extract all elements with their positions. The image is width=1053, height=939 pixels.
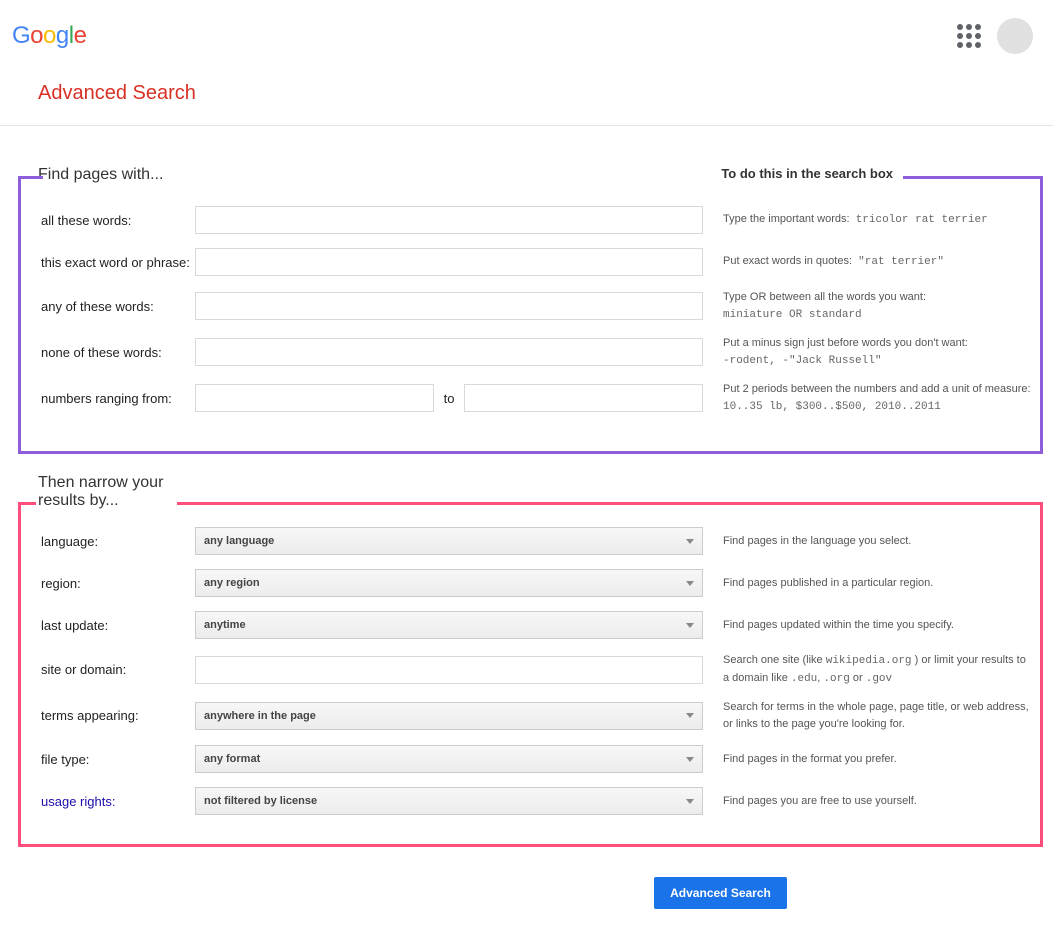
label-file-type: file type: (27, 752, 195, 767)
find-pages-box: all these words: Type the important word… (18, 179, 1043, 454)
input-any-words[interactable] (195, 292, 703, 320)
help-region: Find pages published in a particular reg… (703, 575, 1034, 592)
select-language[interactable]: any language (195, 527, 703, 555)
input-number-from[interactable] (195, 384, 434, 412)
apps-icon[interactable] (957, 24, 981, 48)
narrow-results-box: language: any language Find pages in the… (18, 505, 1043, 847)
chevron-down-icon (686, 623, 694, 628)
help-site-domain: Search one site (like wikipedia.org ) or… (703, 652, 1034, 687)
chevron-down-icon (686, 539, 694, 544)
input-exact-phrase[interactable] (195, 248, 703, 276)
help-language: Find pages in the language you select. (703, 533, 1034, 550)
help-numbers-range: Put 2 periods between the numbers and ad… (703, 381, 1034, 415)
help-terms-appearing: Search for terms in the whole page, page… (703, 699, 1034, 732)
help-all-words: Type the important words: tricolor rat t… (703, 211, 1034, 229)
label-any-words: any of these words: (27, 299, 195, 314)
select-terms-appearing[interactable]: anywhere in the page (195, 702, 703, 730)
input-all-words[interactable] (195, 206, 703, 234)
chevron-down-icon (686, 799, 694, 804)
label-all-words: all these words: (27, 213, 195, 228)
help-usage-rights: Find pages you are free to use yourself. (703, 793, 1034, 810)
input-site-domain[interactable] (195, 656, 703, 684)
label-terms-appearing: terms appearing: (27, 708, 195, 723)
header: Google (0, 0, 1053, 54)
select-region[interactable]: any region (195, 569, 703, 597)
label-exact-phrase: this exact word or phrase: (27, 255, 195, 270)
chevron-down-icon (686, 581, 694, 586)
help-last-update: Find pages updated within the time you s… (703, 617, 1034, 634)
label-to: to (444, 391, 455, 406)
chevron-down-icon (686, 713, 694, 718)
google-logo[interactable]: Google (12, 22, 86, 50)
select-usage-rights[interactable]: not filtered by license (195, 787, 703, 815)
input-none-words[interactable] (195, 338, 703, 366)
page-title: Advanced Search (0, 54, 1053, 125)
input-number-to[interactable] (464, 384, 703, 412)
advanced-search-button[interactable]: Advanced Search (654, 877, 787, 909)
label-language: language: (27, 534, 195, 549)
help-exact-phrase: Put exact words in quotes: "rat terrier" (703, 253, 1034, 271)
label-last-update: last update: (27, 618, 195, 633)
label-none-words: none of these words: (27, 345, 195, 360)
label-region: region: (27, 576, 195, 591)
label-usage-rights[interactable]: usage rights: (27, 794, 195, 809)
label-site-domain: site or domain: (27, 662, 195, 677)
select-file-type[interactable]: any format (195, 745, 703, 773)
chevron-down-icon (686, 757, 694, 762)
avatar[interactable] (997, 18, 1033, 54)
select-last-update[interactable]: anytime (195, 611, 703, 639)
help-file-type: Find pages in the format you prefer. (703, 751, 1034, 768)
label-numbers-range: numbers ranging from: (27, 391, 195, 406)
help-none-words: Put a minus sign just before words you d… (703, 335, 1034, 369)
help-any-words: Type OR between all the words you want:m… (703, 289, 1034, 323)
